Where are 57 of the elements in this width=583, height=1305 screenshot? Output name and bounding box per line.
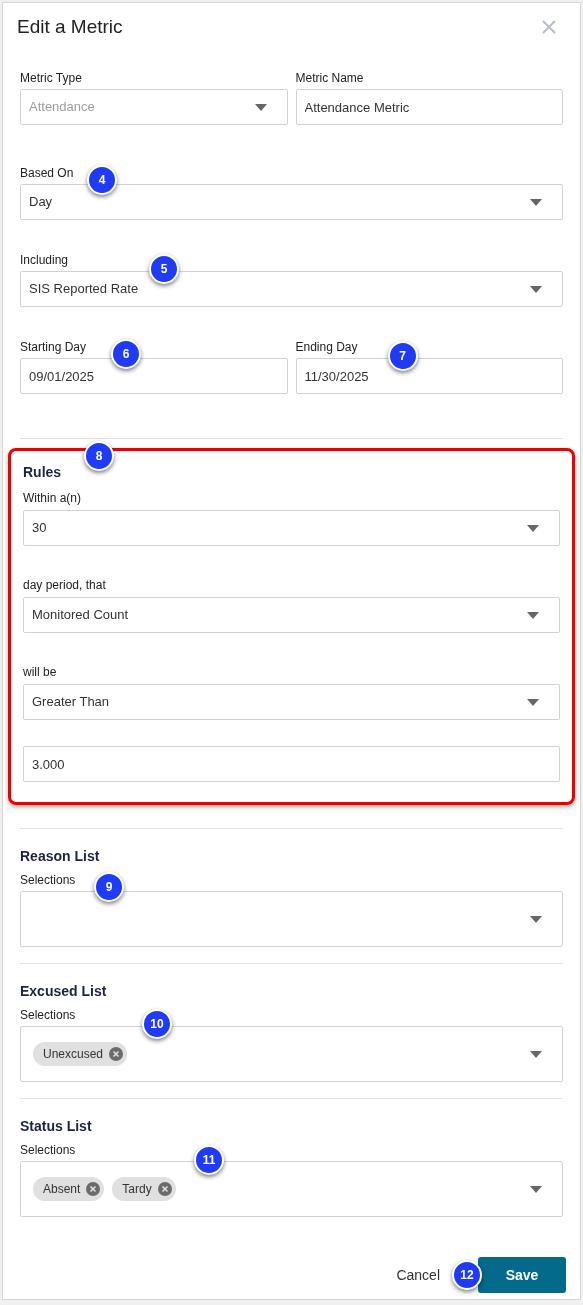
remove-icon[interactable] (86, 1182, 101, 1196)
field-label: Selections (20, 1007, 76, 1023)
field-label: Selections (20, 872, 76, 888)
field-label: Within a(n) (23, 490, 81, 506)
section-heading: Reason List (20, 848, 100, 864)
callout-badge: 11 (194, 1145, 224, 1175)
callout-badge: 10 (142, 1009, 172, 1039)
callout-badge: 7 (387, 341, 418, 371)
field-label: Starting Day (20, 339, 87, 355)
dropdown-caret-icon (527, 698, 539, 706)
input-field[interactable]: 3.000 (23, 746, 560, 782)
selection-chip: Unexcused (33, 1042, 128, 1066)
save-button[interactable]: Save (478, 1257, 566, 1293)
callout-badge: 12 (452, 1260, 482, 1290)
field-label: will be (23, 664, 57, 680)
dialog-title: Edit a Metric (17, 15, 123, 39)
dropdown-caret-icon (530, 1050, 542, 1058)
dropdown-caret-icon (530, 915, 542, 923)
dropdown-field[interactable]: Greater Than (23, 684, 560, 720)
callout-badge: 9 (94, 872, 124, 902)
dropdown-value: Monitored Count (32, 606, 129, 625)
callout-badge: 4 (87, 165, 117, 195)
input-field[interactable]: 09/01/2025 (20, 358, 288, 394)
dropdown-caret-icon (530, 1185, 542, 1193)
section-heading: Excused List (20, 983, 107, 999)
dropdown-field[interactable]: Monitored Count (23, 597, 560, 633)
field-label: Selections (20, 1142, 76, 1158)
dropdown-caret-icon (530, 285, 542, 293)
callout-badge: 5 (149, 254, 179, 284)
dropdown-value: Attendance (29, 98, 95, 117)
field-label: day period, that (23, 577, 106, 593)
field-label: Ending Day (295, 339, 358, 355)
field-label: Based On (20, 165, 74, 181)
dropdown-caret-icon (530, 198, 542, 206)
callout-badge: 8 (84, 441, 114, 471)
dropdown-caret-icon (527, 611, 539, 619)
section-heading: Rules (23, 464, 62, 480)
remove-icon[interactable] (109, 1047, 124, 1061)
dropdown-value: Greater Than (32, 693, 110, 712)
dropdown-caret-icon (527, 524, 539, 532)
dropdown-field[interactable]: Day (20, 184, 563, 220)
callout-badge: 6 (111, 339, 141, 369)
selection-chip: Absent (33, 1177, 105, 1201)
multiselect-field[interactable] (20, 891, 563, 947)
dropdown-field[interactable]: 30 (23, 510, 560, 546)
dropdown-value: Day (29, 193, 53, 212)
field-label: Including (20, 252, 69, 268)
cancel-button[interactable]: Cancel (396, 1264, 440, 1286)
remove-icon[interactable] (157, 1182, 172, 1196)
selection-chip: Tardy (112, 1177, 176, 1201)
input-field[interactable]: Attendance Metric (295, 89, 563, 125)
dropdown-value: SIS Reported Rate (29, 280, 139, 299)
dropdown-value: 30 (32, 519, 47, 538)
field-label: Metric Name (295, 70, 364, 86)
section-heading: Status List (20, 1118, 92, 1134)
field-label: Metric Type (20, 70, 82, 86)
dropdown-caret-icon (254, 103, 267, 111)
